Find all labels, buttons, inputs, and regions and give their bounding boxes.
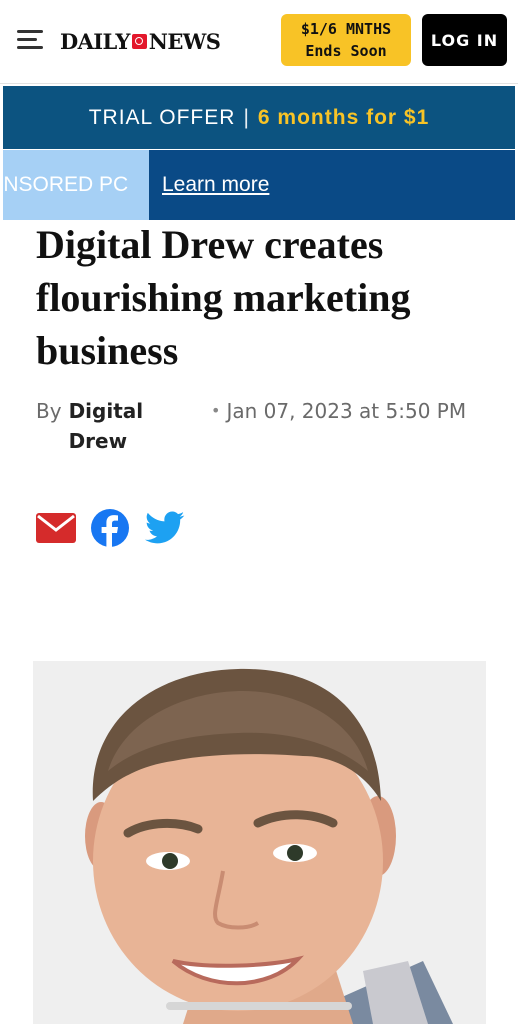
article-photo — [33, 661, 486, 1024]
author-link[interactable]: Digital Drew — [69, 396, 206, 456]
logo-mark-icon — [131, 33, 147, 49]
home-indicator[interactable] — [166, 1002, 352, 1010]
publish-date: Jan 07, 2023 at 5:50 PM — [226, 399, 467, 423]
email-icon[interactable] — [36, 513, 76, 543]
promo-deadline-label: Ends Soon — [305, 42, 387, 60]
login-button[interactable]: LOG IN — [422, 14, 507, 66]
site-logo[interactable]: DAILY NEWS — [60, 27, 221, 55]
facebook-icon[interactable] — [91, 509, 129, 547]
sponsored-bar: ONSORED PC Learn more — [3, 150, 515, 220]
subscribe-promo-button[interactable]: $1/6 MNTHS Ends Soon — [281, 14, 411, 66]
menu-icon[interactable] — [17, 28, 45, 52]
promo-price-label: $1/6 MNTHS — [300, 20, 392, 38]
byline-prefix: By — [36, 399, 62, 423]
sponsored-tag: ONSORED PC — [3, 150, 149, 220]
twitter-icon[interactable] — [145, 511, 185, 545]
article-dateline: • Jan 07, 2023 at 5:50 PM — [211, 396, 491, 426]
learn-more-link[interactable]: Learn more — [162, 150, 269, 220]
trial-offer-label: TRIAL OFFER — [88, 105, 236, 129]
article-byline: By Digital Drew — [36, 396, 206, 456]
logo-text-left: DAILY — [60, 28, 130, 54]
article-headline: Digital Drew creates flourishing marketi… — [36, 222, 411, 373]
share-bar — [36, 508, 185, 548]
trial-offer-price: 6 months for $1 — [257, 105, 430, 129]
logo-text-right: NEWS — [148, 28, 221, 54]
trial-offer-separator: | — [243, 105, 250, 129]
site-header: DAILY NEWS $1/6 MNTHS Ends Soon LOG IN — [0, 0, 518, 84]
trial-offer-banner[interactable]: TRIAL OFFER | 6 months for $1 — [3, 86, 515, 149]
date-bullet: • — [211, 401, 221, 420]
